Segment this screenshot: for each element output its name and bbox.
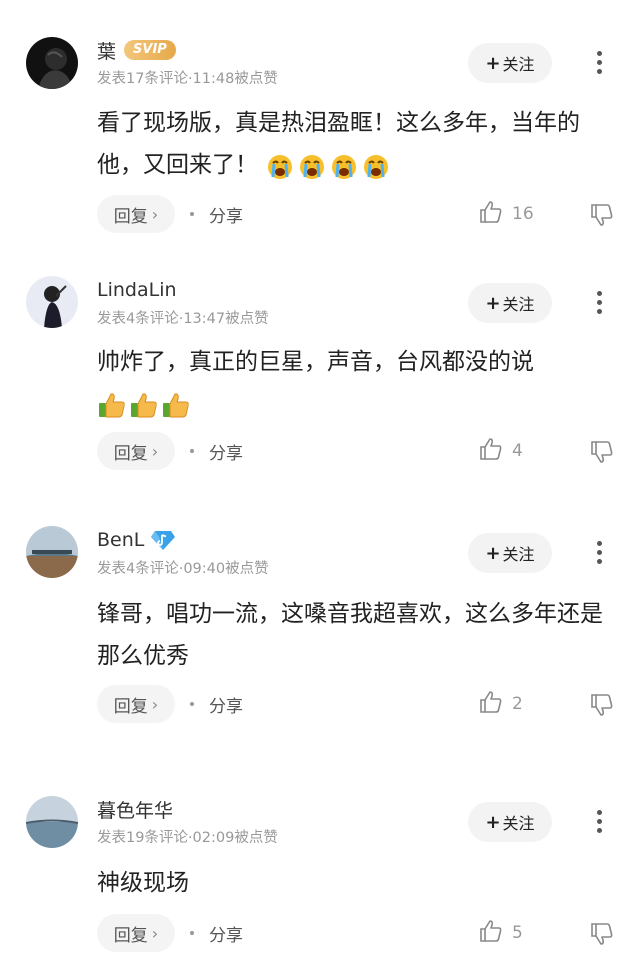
chevron-right-icon: › [151, 923, 159, 943]
reply-button[interactable]: 回复 › [97, 685, 175, 723]
separator-dot [190, 931, 194, 935]
thumbs-up-emoji-icon [129, 390, 159, 420]
username-row: LindaLin [97, 276, 177, 304]
comment-text-block: 帅炸了，真正的巨星，声音，台风都没的说 [97, 341, 617, 425]
chevron-right-icon: › [151, 694, 159, 714]
more-options-icon[interactable] [589, 807, 609, 837]
share-button[interactable]: 分享 [209, 692, 243, 717]
thumbs-down-outline-icon[interactable] [589, 439, 615, 465]
crying-face-emoji-icon [265, 151, 295, 181]
share-button[interactable]: 分享 [209, 921, 243, 946]
thumbs-up-outline-icon [478, 918, 504, 948]
separator-dot [190, 449, 194, 453]
thumbs-up-emoji-icon [161, 390, 191, 420]
username-row: 暮色年华 [97, 795, 173, 823]
username[interactable]: 暮色年华 [97, 796, 173, 823]
like-count: 4 [512, 441, 523, 461]
comment-meta: 发表17条评论·11:48被点赞 [97, 71, 278, 87]
username[interactable]: LindaLin [97, 279, 177, 301]
username-row: BenL [97, 526, 176, 554]
thumbs-down-outline-icon[interactable] [589, 202, 615, 228]
avatar[interactable] [26, 526, 78, 578]
username-row: 葉 SVIP [97, 36, 176, 64]
like-button[interactable]: 4 [478, 437, 523, 465]
emoji-row [265, 151, 391, 181]
comment-meta: 发表19条评论·02:09被点赞 [97, 830, 278, 846]
like-count: 5 [512, 923, 523, 943]
reply-label: 回复 [113, 925, 148, 946]
reply-button[interactable]: 回复 › [97, 195, 175, 233]
reply-label: 回复 [113, 443, 148, 464]
comment-text-block: 看了现场版，真是热泪盈眶！这么多年，当年的他，又回来了！ [97, 102, 617, 186]
share-button[interactable]: 分享 [209, 439, 243, 464]
like-button[interactable]: 2 [478, 690, 523, 718]
reply-label: 回复 [113, 206, 148, 227]
crying-face-emoji-icon [361, 151, 391, 181]
thumbs-up-outline-icon [478, 436, 504, 466]
comment-text: 神级现场 [97, 870, 189, 896]
follow-label: 关注 [502, 295, 535, 314]
like-count: 16 [512, 204, 534, 224]
avatar[interactable] [26, 37, 78, 89]
follow-label: 关注 [502, 814, 535, 833]
crying-face-emoji-icon [297, 151, 327, 181]
thumbs-up-outline-icon [478, 689, 504, 719]
comment-meta: 发表4条评论·09:40被点赞 [97, 561, 269, 577]
follow-button[interactable]: + 关注 [468, 533, 552, 573]
reply-label: 回复 [113, 696, 148, 717]
comment-text: 锋哥，唱功一流，这嗓音我超喜欢，这么多年还是那么优秀 [97, 601, 603, 669]
more-options-icon[interactable] [589, 288, 609, 318]
more-options-icon[interactable] [589, 538, 609, 568]
follow-button[interactable]: + 关注 [468, 802, 552, 842]
crying-face-emoji-icon [329, 151, 359, 181]
plus-icon: + [485, 542, 501, 564]
diamond-music-badge-icon [150, 529, 176, 551]
like-button[interactable]: 16 [478, 200, 534, 228]
follow-label: 关注 [502, 545, 535, 564]
share-button[interactable]: 分享 [209, 202, 243, 227]
reply-button[interactable]: 回复 › [97, 432, 175, 470]
thumbs-down-outline-icon[interactable] [589, 921, 615, 947]
avatar[interactable] [26, 276, 78, 328]
like-button[interactable]: 5 [478, 919, 523, 947]
chevron-right-icon: › [151, 204, 159, 224]
thumbs-down-outline-icon[interactable] [589, 692, 615, 718]
reply-button[interactable]: 回复 › [97, 914, 175, 952]
more-options-icon[interactable] [589, 48, 609, 78]
thumbs-up-outline-icon [478, 199, 504, 229]
comment-text: 帅炸了，真正的巨星，声音，台风都没的说 [97, 349, 534, 375]
chevron-right-icon: › [151, 441, 159, 461]
follow-button[interactable]: + 关注 [468, 283, 552, 323]
separator-dot [190, 212, 194, 216]
username[interactable]: 葉 [97, 37, 116, 64]
emoji-row [97, 390, 191, 420]
plus-icon: + [485, 811, 501, 833]
svip-badge: SVIP [124, 40, 176, 60]
follow-label: 关注 [502, 55, 535, 74]
like-count: 2 [512, 694, 523, 714]
avatar[interactable] [26, 796, 78, 848]
thumbs-up-emoji-icon [97, 390, 127, 420]
username[interactable]: BenL [97, 529, 144, 551]
plus-icon: + [485, 52, 501, 74]
separator-dot [190, 702, 194, 706]
follow-button[interactable]: + 关注 [468, 43, 552, 83]
comment-meta: 发表4条评论·13:47被点赞 [97, 311, 269, 327]
plus-icon: + [485, 292, 501, 314]
